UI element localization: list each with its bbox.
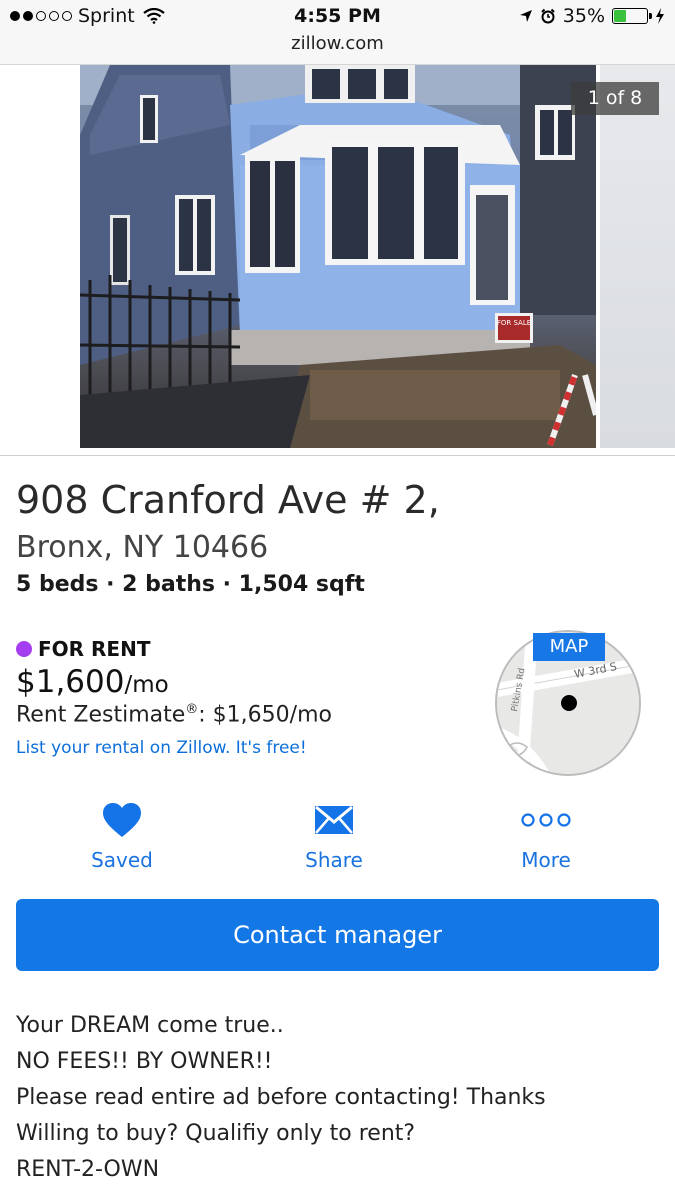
zestimate-value: : $1,650/mo	[198, 702, 332, 728]
address-line-2: Bronx, NY 10466	[16, 530, 269, 565]
saved-label: Saved	[91, 848, 153, 872]
photo-counter: 1 of 8	[571, 82, 659, 115]
location-arrow-icon	[519, 10, 532, 22]
more-label: More	[521, 848, 571, 872]
map-location-marker	[561, 695, 577, 711]
status-indicators: 35%	[519, 5, 665, 27]
battery-percent: 35%	[562, 5, 605, 27]
alarm-icon	[541, 8, 555, 24]
rent-zestimate: Rent Zestimate®: $1,650/mo	[16, 702, 332, 727]
status-label: FOR RENT	[38, 637, 151, 661]
description-line: Please read entire ad before contacting!…	[16, 1085, 546, 1110]
property-facts: 5 beds · 2 baths · 1,504 sqft	[16, 572, 365, 597]
listing-photo[interactable]: FOR SALE	[80, 65, 596, 448]
share-label: Share	[305, 848, 363, 872]
status-dot-icon	[16, 641, 32, 657]
next-photo-preview[interactable]	[600, 65, 675, 448]
saved-button[interactable]: Saved	[37, 800, 207, 872]
photo-gallery[interactable]: FOR SALE 1 of 8	[0, 65, 675, 448]
listing-status: FOR RENT	[16, 637, 150, 661]
envelope-icon	[315, 805, 353, 834]
status-bar: Sprint 4:55 PM zillow.com 35%	[0, 0, 675, 65]
registered-mark: ®	[185, 702, 199, 717]
description-line: Willing to buy? Qualifiy only to rent?	[16, 1121, 416, 1146]
list-rental-link[interactable]: List your rental on Zillow. It's free!	[16, 738, 307, 758]
description-line: RENT-2-OWN	[16, 1157, 160, 1182]
price-unit: /mo	[124, 672, 169, 698]
contact-manager-button[interactable]: Contact manager	[16, 899, 659, 971]
rent-price: $1,600/mo	[16, 664, 169, 700]
sign-text: FOR SALE	[497, 319, 531, 327]
zestimate-label: Rent Zestimate	[16, 702, 186, 728]
battery-icon	[612, 8, 652, 24]
listing-description: Your DREAM come true.. NO FEES!! BY OWNE…	[16, 1008, 546, 1188]
heart-icon	[103, 803, 141, 837]
more-dots-icon	[521, 813, 571, 827]
map-button[interactable]: MAP	[533, 633, 605, 661]
share-button[interactable]: Share	[249, 800, 419, 872]
price-value: $1,600	[16, 664, 125, 700]
more-button[interactable]: More	[461, 800, 631, 872]
description-line: NO FEES!! BY OWNER!!	[16, 1049, 273, 1074]
charging-bolt-icon	[656, 8, 664, 24]
url-bar[interactable]: zillow.com	[0, 33, 675, 54]
address-line-1: 908 Cranford Ave # 2,	[16, 478, 440, 522]
divider	[0, 455, 675, 456]
description-line: Your DREAM come true..	[16, 1013, 284, 1038]
house-photo-image: FOR SALE	[80, 65, 596, 448]
